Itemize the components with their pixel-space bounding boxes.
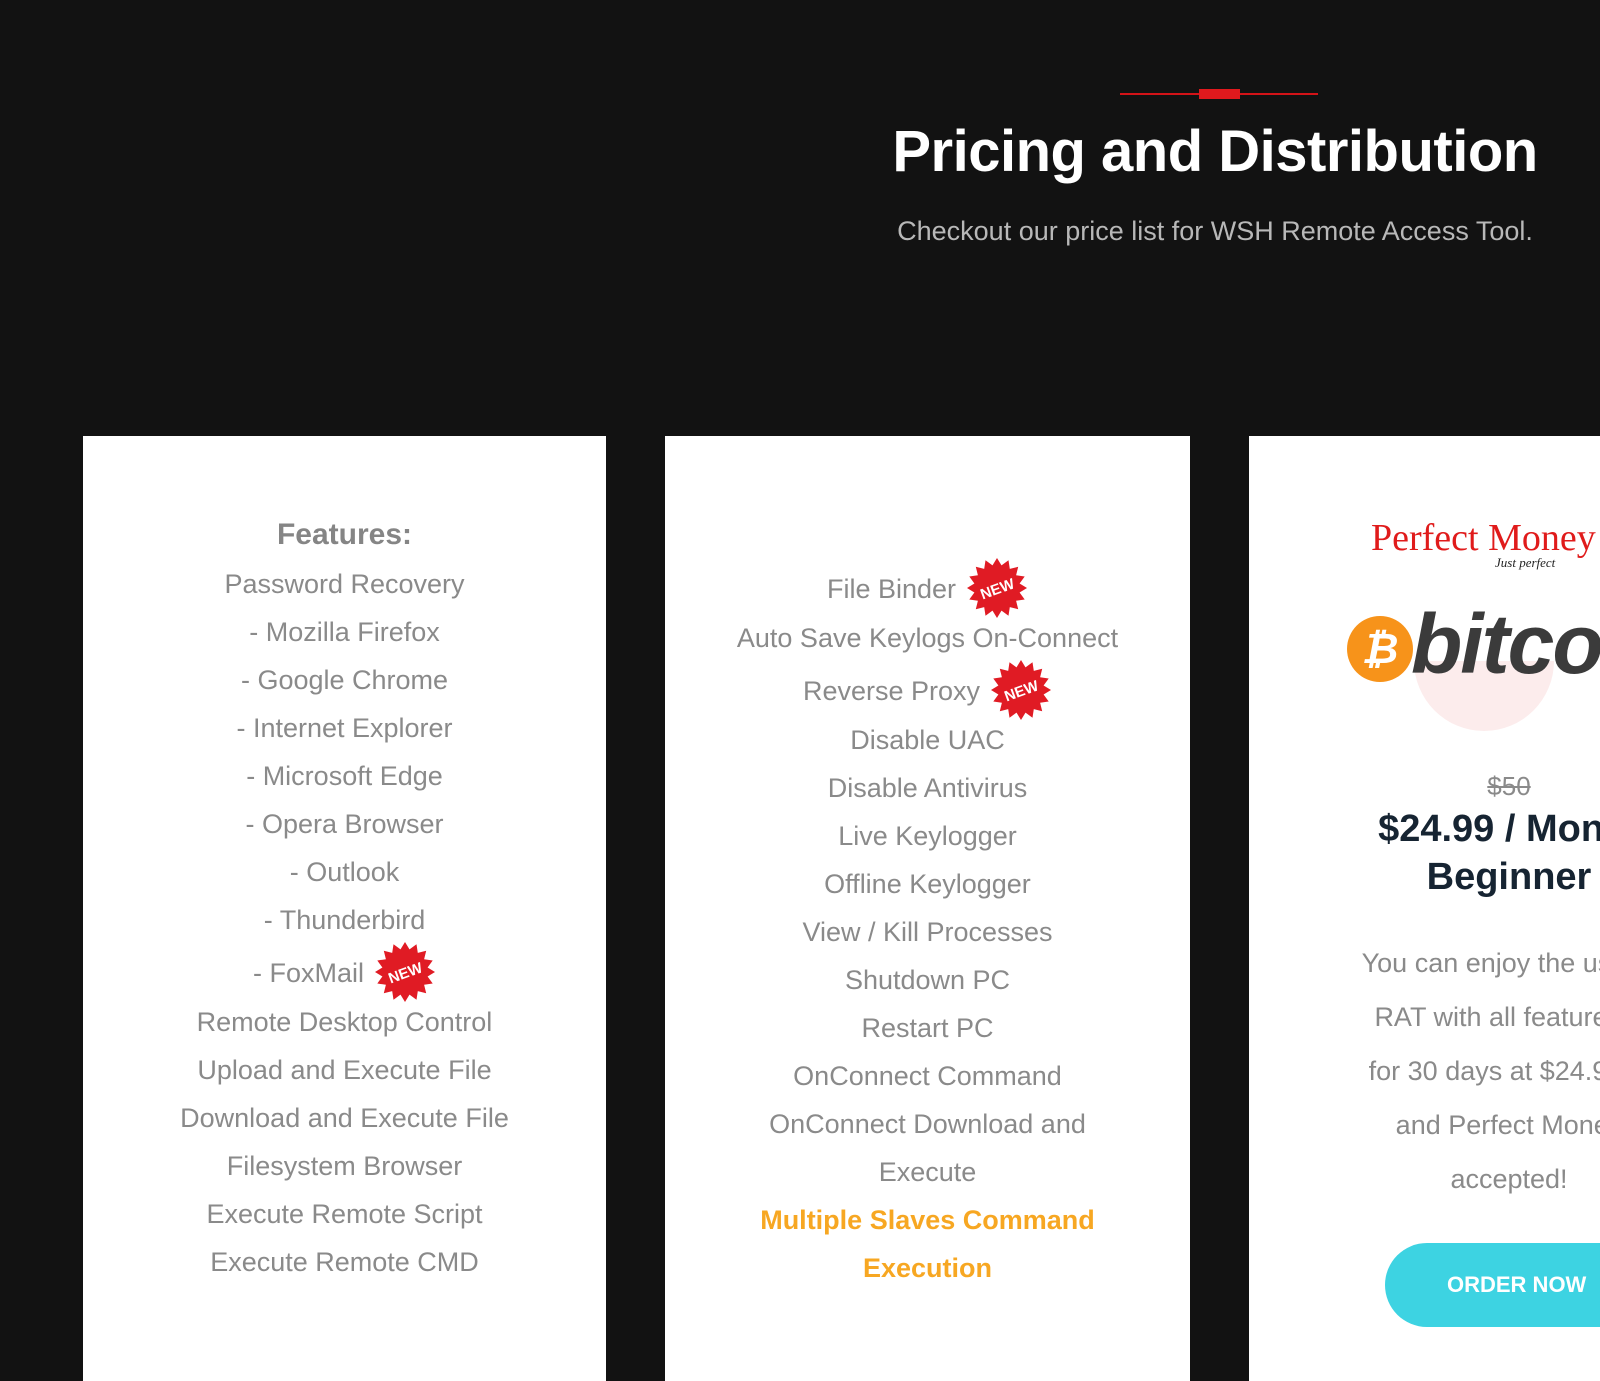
feature-item: Reverse Proxy NEW: [665, 660, 1190, 720]
feature-label: OnConnect Command: [793, 1061, 1062, 1091]
pricing-card: Perfect Money Just perfect ₿ bitcoin $50…: [1249, 436, 1600, 1381]
bitcoin-icon: ₿: [1347, 616, 1413, 682]
feature-item: - Mozilla Firefox: [83, 608, 606, 656]
feature-item: OnConnect Download and: [665, 1100, 1190, 1148]
feature-label: Disable Antivirus: [827, 773, 1028, 803]
feature-item: OnConnect Command: [665, 1052, 1190, 1100]
feature-item: - Opera Browser: [83, 800, 606, 848]
plan-description: You can enjoy the use of RAT with all fe…: [1249, 936, 1600, 1206]
feature-label: Execute: [878, 1157, 977, 1187]
description-line: RAT with all features u: [1374, 1002, 1600, 1032]
new-badge-icon: NEW: [990, 659, 1052, 721]
feature-item: Multiple Slaves Command: [665, 1196, 1190, 1244]
feature-label: - Thunderbird: [263, 905, 426, 935]
feature-item: Shutdown PC: [665, 956, 1190, 1004]
feature-label: Restart PC: [861, 1013, 994, 1043]
feature-item: - FoxMail NEW: [83, 942, 606, 1002]
feature-item: Auto Save Keylogs On-Connect: [665, 614, 1190, 662]
feature-label: - FoxMail: [252, 958, 364, 989]
feature-label: Disable UAC: [850, 725, 1005, 755]
features-card: Features: Password Recovery - Mozilla Fir…: [83, 436, 606, 1381]
feature-item: Remote Desktop Control: [83, 998, 606, 1046]
feature-label: Download and Execute File: [180, 1103, 509, 1133]
feature-label: File Binder: [826, 574, 957, 605]
feature-label: Password Recovery: [224, 569, 465, 599]
features-list: Password Recovery - Mozilla Firefox - Goog…: [83, 560, 606, 1286]
feature-item: - Thunderbird: [83, 896, 606, 944]
feature-label: Auto Save Keylogs On-Connect: [736, 623, 1119, 653]
new-badge-icon: NEW: [966, 557, 1028, 619]
feature-item: Execute: [665, 1148, 1190, 1196]
feature-item: Disable Antivirus: [665, 764, 1190, 812]
feature-item: Execution: [665, 1244, 1190, 1292]
feature-item: Upload and Execute File: [83, 1046, 606, 1094]
feature-label: Filesystem Browser: [226, 1151, 463, 1181]
feature-label: - Internet Explorer: [236, 713, 453, 743]
extra-features-list: File Binder NEW Auto Save Keylogs On-Conne…: [665, 558, 1190, 1292]
feature-item: - Microsoft Edge: [83, 752, 606, 800]
feature-label: - Opera Browser: [245, 809, 444, 839]
feature-item: Execute Remote CMD: [83, 1238, 606, 1286]
features-heading: Features:: [276, 518, 413, 551]
feature-label: Offline Keylogger: [824, 869, 1031, 899]
perfect-money-wordmark: Perfect Money: [1371, 517, 1596, 559]
feature-label: Execute Remote Script: [206, 1199, 483, 1229]
feature-label: - Outlook: [289, 857, 400, 887]
feature-label: Remote Desktop Control: [196, 1007, 493, 1037]
feature-label: View / Kill Processes: [802, 917, 1053, 947]
feature-item: - Outlook: [83, 848, 606, 896]
plan-name: Beginner: [1426, 856, 1592, 898]
feature-item: Restart PC: [665, 1004, 1190, 1052]
feature-item: View / Kill Processes: [665, 908, 1190, 956]
feature-item: File Binder NEW: [665, 558, 1190, 618]
extra-features-card: File Binder NEW Auto Save Keylogs On-Conne…: [665, 436, 1190, 1381]
new-badge-icon: NEW: [374, 941, 436, 1003]
divider-accent: [1199, 89, 1240, 99]
feature-label: - Google Chrome: [240, 665, 449, 695]
feature-label: Multiple Slaves Command: [760, 1205, 1095, 1235]
feature-item: Offline Keylogger: [665, 860, 1190, 908]
feature-label: Shutdown PC: [844, 965, 1011, 995]
feature-label: - Mozilla Firefox: [249, 617, 440, 647]
feature-label: - Microsoft Edge: [246, 761, 443, 791]
feature-item: Filesystem Browser: [83, 1142, 606, 1190]
feature-label: Execution: [862, 1253, 993, 1283]
feature-label: Execute Remote CMD: [210, 1247, 479, 1277]
feature-label: OnConnect Download and: [769, 1109, 1086, 1139]
feature-label: Reverse Proxy: [802, 676, 981, 707]
price: $24.99 / Month: [1378, 808, 1600, 850]
bitcoin-wordmark: bitcoin: [1411, 597, 1600, 691]
page-title: Pricing and Distribution: [892, 119, 1538, 184]
description-line: and Perfect Money: [1395, 1110, 1600, 1140]
feature-item: Password Recovery: [83, 560, 606, 608]
perfect-money-tagline: Just perfect: [1495, 555, 1556, 570]
feature-item: Disable UAC: [665, 716, 1190, 764]
feature-label: Upload and Execute File: [197, 1055, 492, 1085]
feature-item: - Google Chrome: [83, 656, 606, 704]
feature-item: Live Keylogger: [665, 812, 1190, 860]
feature-item: - Internet Explorer: [83, 704, 606, 752]
feature-label: Live Keylogger: [838, 821, 1017, 851]
description-line: You can enjoy the use of: [1361, 948, 1600, 978]
old-price: $50: [1487, 771, 1531, 801]
feature-item: Download and Execute File: [83, 1094, 606, 1142]
description-line: for 30 days at $24.99 U: [1368, 1056, 1600, 1086]
feature-item: Execute Remote Script: [83, 1190, 606, 1238]
description-line: accepted!: [1450, 1164, 1568, 1194]
order-now-button[interactable]: ORDER NOW: [1385, 1243, 1600, 1327]
page-subtitle: Checkout our price list for WSH Remote A…: [897, 216, 1533, 246]
